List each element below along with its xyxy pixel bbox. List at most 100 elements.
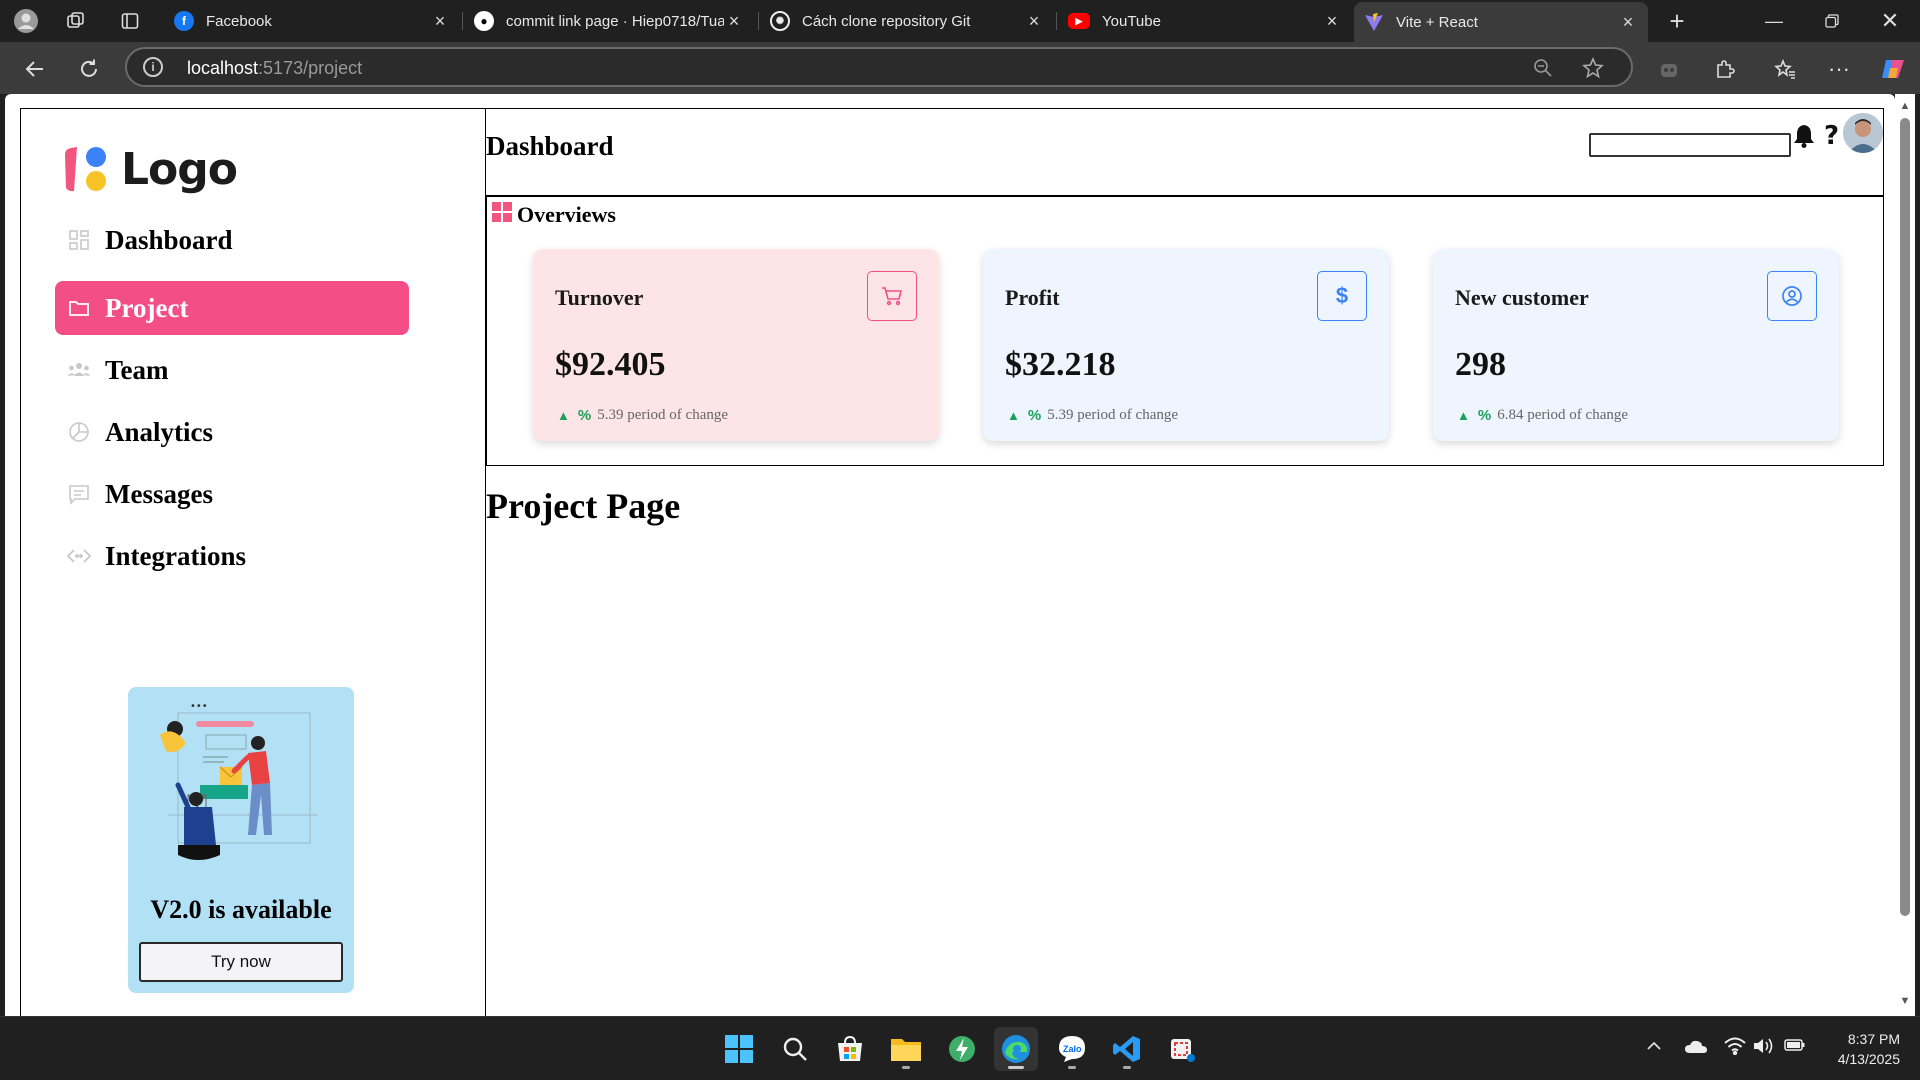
snipping-tool-icon[interactable]	[1160, 1027, 1204, 1071]
upgrade-promo-card: ••• V2.0 is available Try now	[128, 687, 354, 993]
dollar-icon[interactable]: $	[1317, 271, 1367, 321]
close-tab-icon[interactable]: ×	[1024, 11, 1044, 32]
close-tab-icon[interactable]: ×	[724, 11, 744, 32]
sidebar-item-project[interactable]: Project	[55, 281, 409, 335]
message-icon	[67, 482, 91, 506]
chatgpt-icon: ✺	[770, 11, 790, 31]
sidebar-item-label: Messages	[105, 478, 213, 509]
stat-card-turnover: Turnover $92.405 ▲ % 5.39 period of chan…	[533, 249, 939, 441]
user-circle-icon[interactable]	[1767, 271, 1817, 321]
back-icon[interactable]	[20, 54, 50, 84]
tab-title: Facebook	[206, 12, 272, 30]
percent-symbol: %	[577, 407, 592, 424]
favorites-icon[interactable]	[1770, 54, 1800, 84]
arrow-up-icon: ▲	[1457, 407, 1470, 423]
scroll-down-icon[interactable]: ▼	[1898, 995, 1912, 1007]
percent-symbol: %	[1027, 407, 1042, 424]
favorite-star-icon[interactable]	[1582, 56, 1604, 84]
copilot-vision-icon[interactable]	[1654, 54, 1684, 84]
card-change: ▲ % 5.39 period of change	[1007, 407, 1178, 424]
stat-card-profit: Profit $ $32.218 ▲ % 5.39 period of chan…	[983, 249, 1389, 441]
sidebar-item-team[interactable]: Team	[55, 343, 409, 397]
volume-icon[interactable]	[1753, 1037, 1775, 1060]
windows-taskbar: Zalo 8:37 PM 4/13/2025	[0, 1016, 1920, 1080]
avatar[interactable]	[1843, 113, 1883, 153]
workspaces-icon[interactable]	[62, 7, 90, 35]
svg-text:•••: •••	[190, 701, 208, 712]
logo-icon	[61, 145, 109, 195]
svg-text:Zalo: Zalo	[1063, 1044, 1082, 1054]
site-info-icon[interactable]: i	[143, 57, 163, 77]
tab-title: Vite + React	[1396, 13, 1478, 31]
facebook-icon: f	[174, 11, 194, 31]
sidebar: Logo Dashboard Project Team Analytics Me…	[20, 108, 486, 1016]
cart-icon[interactable]	[867, 271, 917, 321]
search-input[interactable]	[1589, 133, 1791, 157]
profile-icon[interactable]	[12, 7, 40, 35]
help-icon[interactable]: ?	[1824, 121, 1839, 151]
sidebar-item-messages[interactable]: Messages	[55, 467, 409, 521]
tab-vite-react[interactable]: Vite + React ×	[1354, 2, 1648, 42]
percent-symbol: %	[1477, 407, 1492, 424]
card-title: Profit	[1005, 285, 1060, 310]
tab-chatgpt[interactable]: ✺ Cách clone repository Git ×	[760, 4, 1054, 38]
battery-icon[interactable]	[1784, 1037, 1806, 1058]
tab-github[interactable]: ● commit link page · Hiep0718/Tua ×	[464, 4, 754, 38]
team-icon	[67, 358, 91, 382]
logo[interactable]: Logo	[61, 144, 238, 195]
file-explorer-icon[interactable]	[884, 1027, 928, 1071]
card-value: 298	[1455, 346, 1506, 383]
close-tab-icon[interactable]: ×	[430, 11, 450, 32]
url-text[interactable]: localhost:5173/project	[187, 58, 362, 79]
store-icon[interactable]	[828, 1027, 872, 1071]
edge-icon[interactable]	[994, 1027, 1038, 1071]
folder-icon	[67, 296, 91, 320]
browser-tab-strip: f Facebook × ● commit link page · Hiep07…	[0, 0, 1920, 42]
change-text: 5.39 period of change	[1047, 407, 1179, 423]
wifi-icon[interactable]	[1724, 1037, 1746, 1060]
close-window-icon[interactable]: ✕	[1870, 8, 1910, 34]
sidebar-item-dashboard[interactable]: Dashboard	[55, 213, 409, 267]
copilot-icon[interactable]	[1878, 54, 1908, 84]
grid-icon	[67, 228, 91, 252]
address-bar[interactable]: i localhost:5173/project	[125, 47, 1633, 87]
card-value: $92.405	[555, 346, 666, 383]
card-title: Turnover	[555, 285, 644, 310]
pie-chart-icon	[67, 420, 91, 444]
new-tab-icon[interactable]: +	[1663, 6, 1691, 36]
arrow-up-icon: ▲	[1007, 407, 1020, 423]
zoom-out-icon[interactable]	[1533, 58, 1553, 83]
page-viewport: Logo Dashboard Project Team Analytics Me…	[5, 94, 1895, 1016]
sidebar-item-integrations[interactable]: Integrations	[55, 529, 409, 583]
vertical-tabs-icon[interactable]	[116, 7, 144, 35]
onedrive-icon[interactable]	[1684, 1039, 1708, 1060]
scrollbar-thumb[interactable]	[1900, 118, 1910, 916]
close-tab-icon[interactable]: ×	[1322, 11, 1342, 32]
chevron-up-icon[interactable]	[1646, 1039, 1662, 1057]
more-menu-icon[interactable]: ···	[1824, 54, 1854, 84]
try-now-button[interactable]: Try now	[139, 942, 343, 982]
close-tab-icon[interactable]: ×	[1618, 12, 1638, 33]
tab-facebook[interactable]: f Facebook ×	[164, 4, 460, 38]
restore-icon[interactable]	[1812, 8, 1852, 34]
zalo-icon[interactable]: Zalo	[1050, 1027, 1094, 1071]
refresh-icon[interactable]	[74, 54, 104, 84]
card-title: New customer	[1455, 285, 1589, 310]
system-clock[interactable]: 8:37 PM 4/13/2025	[1820, 1029, 1900, 1069]
scroll-up-icon[interactable]: ▲	[1898, 100, 1912, 112]
vscode-icon[interactable]	[1105, 1027, 1149, 1071]
promo-illustration: •••	[148, 695, 338, 888]
sidebar-item-label: Team	[105, 354, 169, 385]
arrow-up-icon: ▲	[557, 407, 570, 423]
tab-youtube[interactable]: ▶ YouTube ×	[1058, 4, 1352, 38]
extensions-icon[interactable]	[1710, 54, 1740, 84]
sidebar-item-label: Project	[105, 292, 189, 323]
card-change: ▲ % 5.39 period of change	[557, 407, 728, 424]
app-icon[interactable]	[940, 1027, 984, 1071]
minimize-icon[interactable]: —	[1754, 8, 1794, 34]
search-icon[interactable]	[773, 1027, 817, 1071]
sidebar-item-analytics[interactable]: Analytics	[55, 405, 409, 459]
bell-icon[interactable]	[1792, 123, 1816, 149]
overview-title: Overviews	[517, 201, 616, 227]
start-icon[interactable]	[717, 1027, 761, 1071]
